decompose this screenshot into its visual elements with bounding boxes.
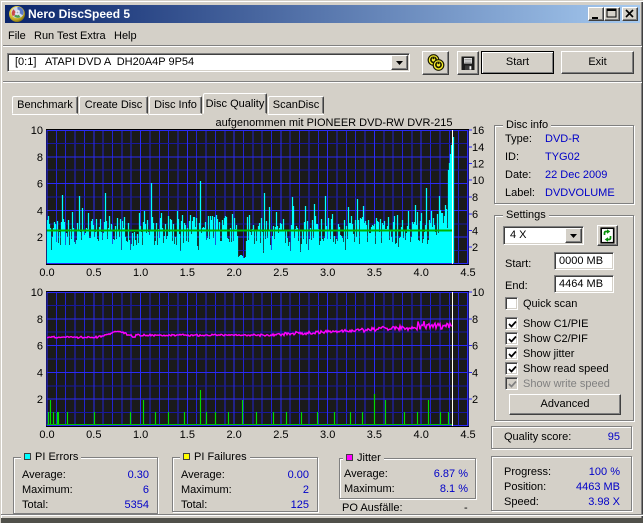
svg-text:16: 16 [472, 125, 484, 137]
svg-text:4: 4 [37, 367, 43, 379]
svg-text:2: 2 [37, 232, 43, 244]
svg-text:8: 8 [37, 152, 43, 164]
svg-text:2: 2 [472, 394, 478, 406]
svg-text:2.5: 2.5 [273, 267, 288, 279]
svg-text:0.0: 0.0 [39, 429, 54, 441]
svg-text:6: 6 [472, 209, 478, 221]
svg-text:4.0: 4.0 [414, 267, 429, 279]
svg-text:1.5: 1.5 [180, 267, 195, 279]
svg-text:4: 4 [472, 226, 478, 238]
svg-text:6: 6 [37, 341, 43, 353]
svg-text:3.0: 3.0 [320, 267, 335, 279]
svg-text:10: 10 [472, 175, 484, 187]
svg-text:2: 2 [37, 394, 43, 406]
svg-text:0.0: 0.0 [39, 267, 54, 279]
svg-text:12: 12 [472, 159, 484, 171]
svg-text:3.5: 3.5 [367, 267, 382, 279]
svg-text:14: 14 [472, 142, 484, 154]
svg-text:aufgenommen mit PIONEER DVD-R: aufgenommen mit PIONEER DVD-RW DVR-215 [216, 117, 453, 129]
svg-text:1.5: 1.5 [180, 429, 195, 441]
svg-text:2.0: 2.0 [226, 429, 241, 441]
svg-text:10: 10 [31, 125, 43, 137]
svg-text:6: 6 [37, 179, 43, 191]
svg-text:0.5: 0.5 [86, 429, 101, 441]
svg-text:2.5: 2.5 [273, 429, 288, 441]
svg-text:8: 8 [472, 314, 478, 326]
svg-text:8: 8 [472, 192, 478, 204]
svg-text:4.0: 4.0 [414, 429, 429, 441]
svg-text:1.0: 1.0 [133, 267, 148, 279]
svg-text:1.0: 1.0 [133, 429, 148, 441]
svg-text:6: 6 [472, 341, 478, 353]
svg-text:4.5: 4.5 [460, 267, 475, 279]
svg-text:10: 10 [31, 287, 43, 299]
svg-text:4.5: 4.5 [460, 429, 475, 441]
svg-text:3.0: 3.0 [320, 429, 335, 441]
svg-text:0.5: 0.5 [86, 267, 101, 279]
svg-text:4: 4 [472, 367, 478, 379]
svg-text:4: 4 [37, 205, 43, 217]
svg-text:2.0: 2.0 [226, 267, 241, 279]
svg-text:10: 10 [472, 287, 484, 299]
svg-text:3.5: 3.5 [367, 429, 382, 441]
svg-text:2: 2 [472, 242, 478, 254]
svg-text:8: 8 [37, 314, 43, 326]
